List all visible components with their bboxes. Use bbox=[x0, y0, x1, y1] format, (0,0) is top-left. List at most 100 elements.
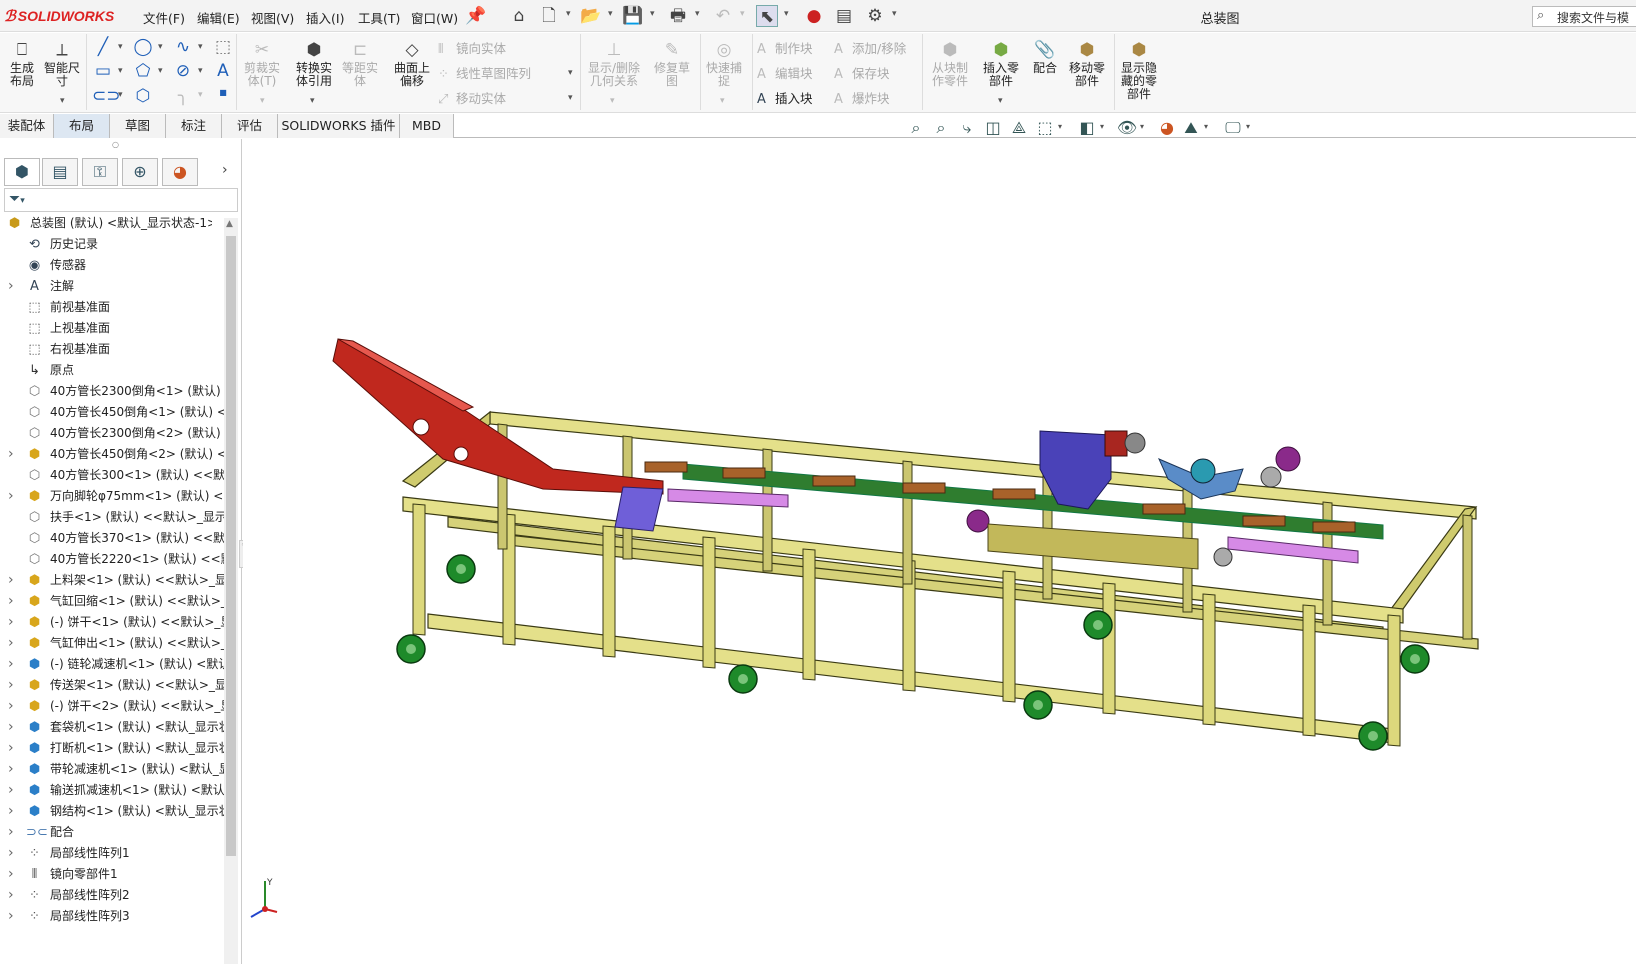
mirror-entities-button[interactable]: ⫴ 镜向实体 bbox=[438, 38, 506, 57]
tree-item[interactable]: › ⬢ (-) 饼干<1> (默认) <<默认>_显 bbox=[0, 612, 232, 633]
menu-edit[interactable]: 编辑(E) bbox=[197, 8, 240, 27]
expand-arrow-icon[interactable]: › bbox=[8, 675, 14, 696]
assembly-model-3d[interactable]: Y Z bbox=[243, 139, 1636, 964]
expand-arrow-icon[interactable]: › bbox=[8, 570, 14, 591]
add-remove-button[interactable]: A 添加/移除 bbox=[834, 38, 906, 57]
tree-item[interactable]: › ⬢ 带轮减速机<1> (默认) <默认_显 bbox=[0, 759, 232, 780]
tree-item[interactable]: › ⬢ (-) 链轮减速机<1> (默认) <默认 bbox=[0, 654, 232, 675]
chevron-down-icon[interactable]: ▾ bbox=[260, 96, 265, 106]
expand-arrow-icon[interactable]: › bbox=[8, 885, 14, 906]
chevron-down-icon[interactable]: ▾ bbox=[1100, 122, 1104, 131]
chevron-down-icon[interactable]: ▾ bbox=[1058, 122, 1062, 131]
chevron-down-icon[interactable]: ▾ bbox=[1140, 122, 1144, 131]
tree-item[interactable]: › ⬢ 上料架<1> (默认) <<默认>_显示 bbox=[0, 570, 232, 591]
tree-item[interactable]: ⬡ 40方管长2300倒角<1> (默认) < bbox=[0, 381, 232, 402]
insert-components-button[interactable]: ⬢ 插入零 部件 bbox=[978, 40, 1024, 88]
view-settings-monitor-icon[interactable]: 🖵 bbox=[1222, 118, 1244, 138]
tree-item[interactable]: › ⬢ 钢结构<1> (默认) <默认_显示状 bbox=[0, 801, 232, 822]
explode-block-button[interactable]: A 爆炸块 bbox=[834, 88, 890, 107]
chevron-down-icon[interactable]: ▾ bbox=[158, 42, 163, 52]
chevron-down-icon[interactable]: ▾ bbox=[892, 9, 897, 19]
tree-item[interactable]: ⟲ 历史记录 bbox=[0, 234, 232, 255]
expand-arrow-icon[interactable]: › bbox=[8, 822, 14, 843]
tree-item[interactable]: ⬡ 40方管长450倒角<1> (默认) << bbox=[0, 402, 232, 423]
expand-arrow-icon[interactable]: › bbox=[8, 759, 14, 780]
filter-input[interactable]: ⏷▾ bbox=[4, 188, 238, 212]
options-gear-icon[interactable]: ⚙ bbox=[864, 5, 886, 27]
tree-item[interactable]: › ⬢ 传送架<1> (默认) <<默认>_显示 bbox=[0, 675, 232, 696]
edit-appearance-icon[interactable]: ◕ bbox=[1156, 118, 1178, 137]
offset-on-surface-button[interactable]: ◇ 曲面上 偏移 bbox=[390, 40, 434, 88]
save-block-button[interactable]: A 保存块 bbox=[834, 63, 890, 82]
apply-scene-icon[interactable]: ⛰ bbox=[1180, 118, 1202, 138]
quick-snaps-button[interactable]: ◎ 快速捕 捉 bbox=[702, 40, 746, 88]
tab-layout[interactable]: 布局 bbox=[54, 114, 110, 138]
edit-block-button[interactable]: A 编辑块 bbox=[757, 63, 813, 82]
chevron-down-icon[interactable]: ▾ bbox=[608, 9, 613, 19]
chevron-down-icon[interactable]: ▾ bbox=[610, 96, 615, 106]
tab-sketch[interactable]: 草图 bbox=[110, 114, 166, 138]
rectangle-icon[interactable]: ▭ bbox=[92, 61, 114, 81]
expand-arrow-icon[interactable]: › bbox=[8, 591, 14, 612]
zoom-to-fit-icon[interactable]: ⌕ bbox=[905, 118, 927, 138]
section-view-icon[interactable]: ◫ bbox=[982, 118, 1004, 137]
tree-item[interactable]: ↳ 原点 bbox=[0, 360, 232, 381]
ellipse-icon[interactable]: ⊘ bbox=[172, 61, 194, 81]
chevron-down-icon[interactable]: ▾ bbox=[566, 9, 571, 19]
expand-arrow-icon[interactable]: › bbox=[8, 486, 14, 507]
previous-view-icon[interactable]: ⤷ bbox=[956, 118, 978, 138]
chevron-down-icon[interactable]: ▾ bbox=[198, 42, 203, 52]
tree-item[interactable]: ⬢ 总装图 (默认) <默认_显示状态-1> bbox=[0, 213, 212, 234]
expand-arrow-icon[interactable]: › bbox=[8, 444, 14, 465]
tab-solidworks-addins[interactable]: SOLIDWORKS 插件 bbox=[278, 114, 400, 138]
show-hidden-components-button[interactable]: ⬢ 显示隐 藏的零 部件 bbox=[1116, 40, 1162, 101]
menu-insert[interactable]: 插入(I) bbox=[306, 8, 344, 27]
tree-item[interactable]: ⬚ 右视基准面 bbox=[0, 339, 232, 360]
tree-item[interactable]: › ⫴ 镜向零部件1 bbox=[0, 864, 232, 885]
smart-dimension-button[interactable]: ⟂ 智能尺 寸 bbox=[42, 40, 82, 88]
chevron-down-icon[interactable]: ▾ bbox=[118, 66, 123, 76]
make-block-button[interactable]: A 制作块 bbox=[757, 38, 813, 57]
tree-item[interactable]: › ⬢ 打断机<1> (默认) <默认_显示状 bbox=[0, 738, 232, 759]
chevron-down-icon[interactable]: ▾ bbox=[568, 93, 573, 103]
select-cursor-icon[interactable]: ⬉ bbox=[756, 5, 778, 27]
move-component-button[interactable]: ⬢ 移动零 部件 bbox=[1064, 40, 1110, 88]
menu-view[interactable]: 视图(V) bbox=[251, 8, 294, 27]
slot-icon[interactable]: ⊂⊃ bbox=[92, 86, 121, 106]
expand-arrow-icon[interactable]: › bbox=[8, 717, 14, 738]
file-properties-icon[interactable]: ▤ bbox=[833, 5, 855, 27]
panel-grip-icon[interactable]: ○ bbox=[112, 140, 119, 149]
menu-window[interactable]: 窗口(W) bbox=[411, 8, 458, 27]
chevron-down-icon[interactable]: ▾ bbox=[198, 90, 203, 100]
construction-rectangle-icon[interactable]: ⬚ bbox=[212, 37, 234, 57]
expand-arrow-icon[interactable]: › bbox=[8, 864, 14, 885]
trim-entities-button[interactable]: ✂ 剪裁实 体(T) bbox=[242, 40, 282, 88]
tree-item[interactable]: › ⬢ 40方管长450倒角<2> (默认) << bbox=[0, 444, 232, 465]
tree-item[interactable]: › ⬢ 气缸回缩<1> (默认) <<默认>_显 bbox=[0, 591, 232, 612]
tree-item[interactable]: › A 注解 bbox=[0, 276, 232, 297]
move-entities-button[interactable]: ⤢ 移动实体 bbox=[438, 88, 506, 107]
tree-item[interactable]: ⬡ 40方管长2220<1> (默认) <<默 bbox=[0, 549, 232, 570]
fillet-icon[interactable]: ╮ bbox=[172, 86, 194, 106]
chevron-down-icon[interactable]: ▾ bbox=[1246, 122, 1250, 131]
expand-arrow-icon[interactable]: › bbox=[8, 612, 14, 633]
expand-arrow-icon[interactable]: › bbox=[8, 906, 14, 927]
zoom-to-area-icon[interactable]: ⌕ bbox=[930, 118, 952, 138]
new-document-icon[interactable]: 🗋 bbox=[538, 5, 560, 27]
tab-mbd[interactable]: MBD bbox=[400, 114, 454, 138]
tab-markup[interactable]: 标注 bbox=[166, 114, 222, 138]
feature-manager-tree-icon[interactable]: ⬢ bbox=[4, 158, 40, 186]
generate-layout-button[interactable]: ⎕ 生成 布局 bbox=[4, 40, 40, 88]
make-part-from-block-button[interactable]: ⬢ 从块制 作零件 bbox=[926, 40, 974, 88]
repair-sketch-button[interactable]: ✎ 修复草 图 bbox=[650, 40, 694, 88]
solidworks-logo[interactable]: ℬ SOLIDWORKS bbox=[4, 7, 114, 25]
configuration-manager-icon[interactable]: ⚿ bbox=[82, 158, 118, 186]
tree-item[interactable]: › ⬢ 气缸伸出<1> (默认) <<默认>_显 bbox=[0, 633, 232, 654]
chevron-down-icon[interactable]: ▾ bbox=[740, 9, 745, 19]
chevron-down-icon[interactable]: ▾ bbox=[118, 42, 123, 52]
expand-arrow-icon[interactable]: › bbox=[8, 696, 14, 717]
open-folder-icon[interactable]: 📂 bbox=[580, 5, 602, 27]
tree-item[interactable]: › ⬢ (-) 饼干<2> (默认) <<默认>_显 bbox=[0, 696, 232, 717]
tree-item[interactable]: › ⬢ 万向脚轮φ75mm<1> (默认) << bbox=[0, 486, 232, 507]
chevron-down-icon[interactable]: ▾ bbox=[1204, 122, 1208, 131]
